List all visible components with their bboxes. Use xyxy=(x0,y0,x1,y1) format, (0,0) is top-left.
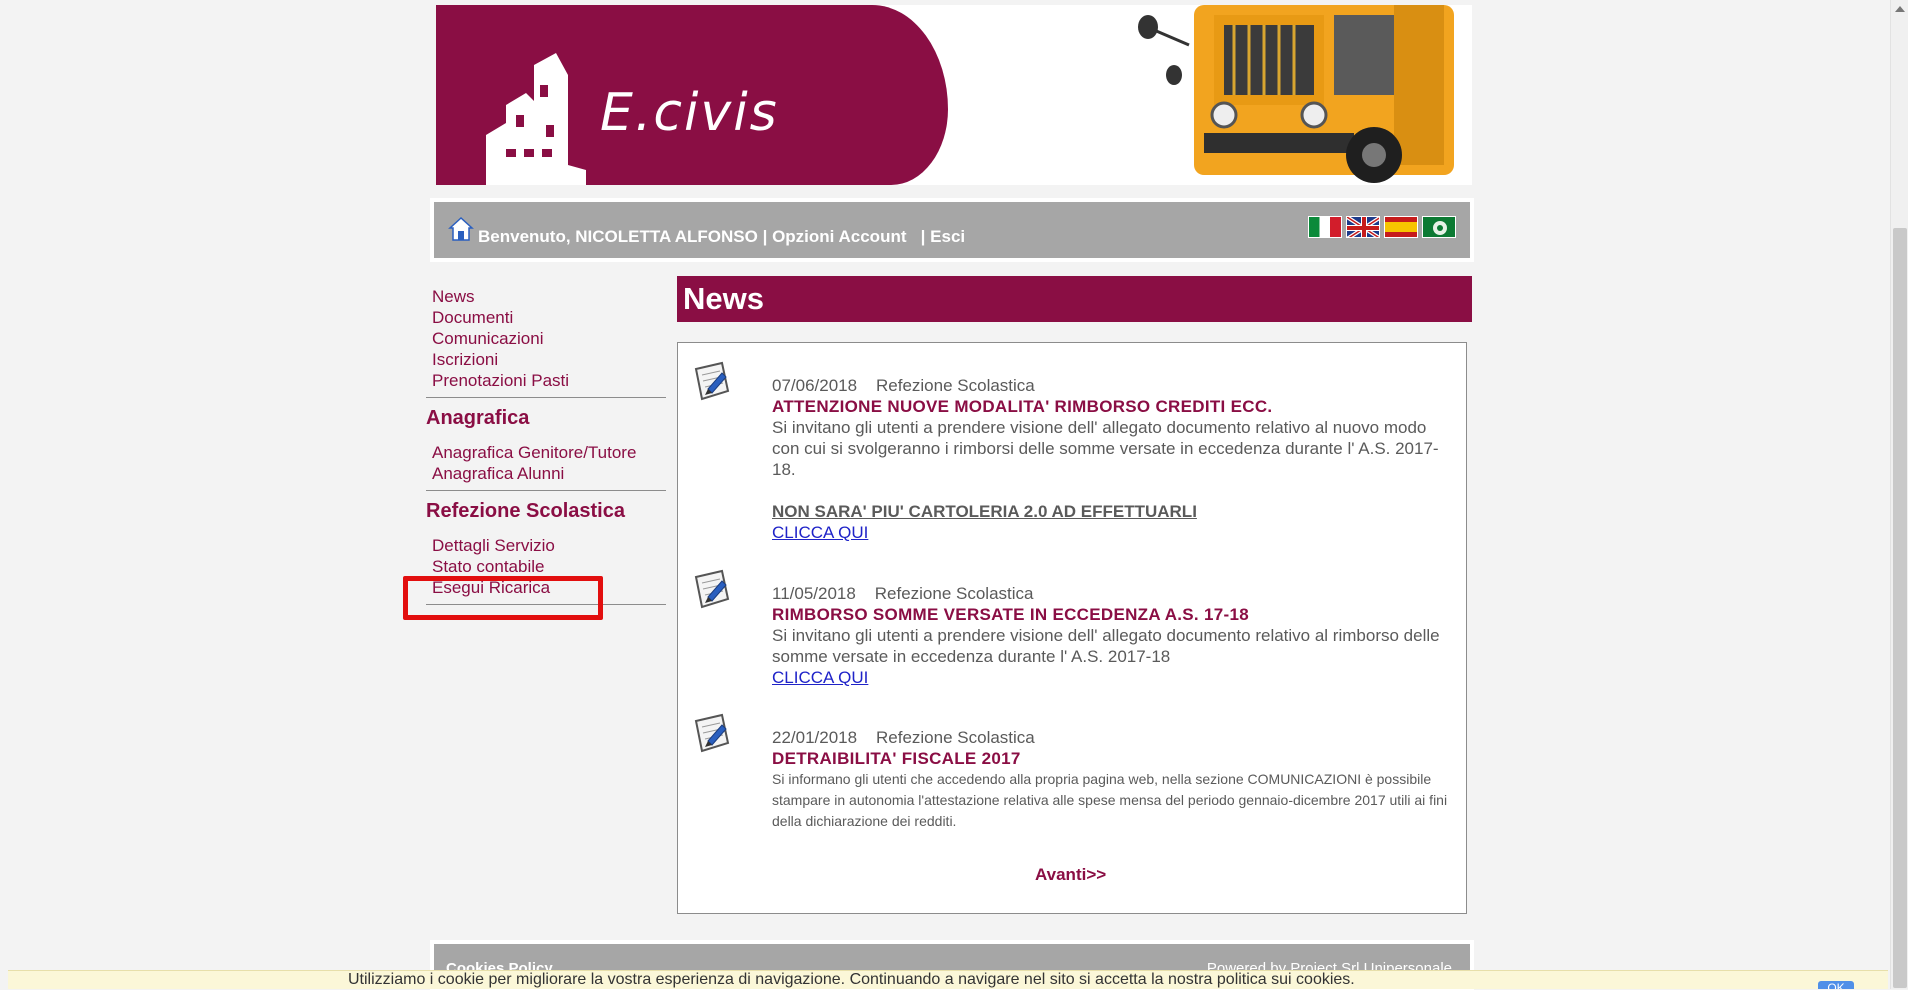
nav-heading-refezione: Refezione Scolastica xyxy=(426,500,625,522)
nav-news[interactable]: News xyxy=(426,286,666,307)
left-navigation: News Documenti Comunicazioni Iscrizioni … xyxy=(426,286,666,613)
section-title: News xyxy=(677,276,1472,322)
news-text: Si invitano gli utenti a prendere vision… xyxy=(772,418,1439,479)
logo-text: E.civis xyxy=(600,83,779,143)
nav-documenti[interactable]: Documenti xyxy=(426,307,666,328)
news-text: Si invitano gli utenti a prendere vision… xyxy=(772,626,1440,666)
language-flags xyxy=(1308,216,1456,238)
news-body: 11/05/2018 Refezione Scolastica RIMBORSO… xyxy=(772,583,1452,688)
edit-note-icon xyxy=(694,713,730,753)
edit-note-icon xyxy=(694,361,730,401)
scroll-up-arrow-icon[interactable] xyxy=(1895,6,1905,12)
edit-note-icon xyxy=(694,569,730,609)
vertical-scrollbar[interactable] xyxy=(1890,0,1908,989)
news-text: Si informano gli utenti che accedendo al… xyxy=(772,771,1448,829)
scroll-thumb[interactable] xyxy=(1893,228,1907,988)
nav-dettagli-servizio[interactable]: Dettagli Servizio xyxy=(426,535,666,556)
news-title[interactable]: ATTENZIONE NUOVE MODALITA' RIMBORSO CRED… xyxy=(772,396,1452,417)
news-category: Refezione Scolastica xyxy=(876,728,1035,747)
city-logo-icon xyxy=(486,53,586,185)
news-title[interactable]: DETRAIBILITA' FISCALE 2017 xyxy=(772,748,1452,769)
news-title[interactable]: RIMBORSO SOMME VERSATE IN ECCEDENZA A.S.… xyxy=(772,604,1452,625)
nav-anagrafica-alunni[interactable]: Anagrafica Alunni xyxy=(426,463,666,484)
highlight-annotation xyxy=(403,576,603,620)
uk-flag-icon[interactable] xyxy=(1346,216,1380,238)
welcome-text: Benvenuto, NICOLETTA ALFONSO xyxy=(478,227,758,246)
nav-stato-contabile[interactable]: Stato contabile xyxy=(426,556,666,577)
nav-divider xyxy=(426,490,666,491)
news-date: 07/06/2018 xyxy=(772,376,858,395)
school-bus-image xyxy=(1138,5,1454,183)
next-page-link[interactable]: Avanti>> xyxy=(1035,865,1106,885)
regional-flag-icon[interactable] xyxy=(1422,216,1456,238)
news-meta: 11/05/2018 Refezione Scolastica xyxy=(772,583,1452,604)
news-meta: 22/01/2018 Refezione Scolastica xyxy=(772,727,1452,748)
user-bar: Benvenuto, NICOLETTA ALFONSO | Opzioni A… xyxy=(430,198,1474,262)
regional-flag-graphic xyxy=(1423,217,1455,237)
news-body: 22/01/2018 Refezione Scolastica DETRAIBI… xyxy=(772,727,1452,832)
nav-heading-anagrafica: Anagrafica xyxy=(426,407,530,429)
nav-iscrizioni[interactable]: Iscrizioni xyxy=(426,349,666,370)
userbar-text: Benvenuto, NICOLETTA ALFONSO | Opzioni A… xyxy=(478,227,965,247)
logout-link[interactable]: Esci xyxy=(930,227,965,246)
cookie-ok-button[interactable]: OK xyxy=(1818,981,1854,989)
news-category: Refezione Scolastica xyxy=(874,584,1034,603)
separator: | xyxy=(906,227,931,246)
click-here-link[interactable]: CLICCA QUI xyxy=(772,522,868,543)
page: E.civis Benvenuto, NICOLETTA ALFONSO | O… xyxy=(0,0,1908,990)
news-date: 22/01/2018 xyxy=(772,728,858,747)
nav-divider xyxy=(426,397,666,398)
header-banner: E.civis xyxy=(436,5,1472,185)
news-panel: 07/06/2018 Refezione Scolastica ATTENZIO… xyxy=(677,342,1467,914)
news-body: 07/06/2018 Refezione Scolastica ATTENZIO… xyxy=(772,375,1452,543)
nav-anagrafica-genitore[interactable]: Anagrafica Genitore/Tutore xyxy=(426,442,666,463)
news-meta: 07/06/2018 Refezione Scolastica xyxy=(772,375,1452,396)
news-category: Refezione Scolastica xyxy=(876,376,1035,395)
news-date: 11/05/2018 xyxy=(772,584,856,603)
click-here-link[interactable]: CLICCA QUI xyxy=(772,667,868,688)
account-options-link[interactable]: Opzioni Account xyxy=(772,227,906,246)
separator: | xyxy=(757,227,773,246)
news-bold-link[interactable]: NON SARA' PIU' CARTOLERIA 2.0 AD EFFETTU… xyxy=(772,501,1197,522)
spanish-flag-icon[interactable] xyxy=(1384,216,1418,238)
nav-comunicazioni[interactable]: Comunicazioni xyxy=(426,328,666,349)
home-icon[interactable] xyxy=(448,216,474,242)
cookie-banner: Utilizziamo i cookie per migliorare la v… xyxy=(8,970,1888,989)
italian-flag-icon[interactable] xyxy=(1308,216,1342,238)
nav-prenotazioni-pasti[interactable]: Prenotazioni Pasti xyxy=(426,370,666,391)
uk-flag-graphic xyxy=(1347,217,1379,237)
cookie-text: Utilizziamo i cookie per migliorare la v… xyxy=(348,971,1355,988)
